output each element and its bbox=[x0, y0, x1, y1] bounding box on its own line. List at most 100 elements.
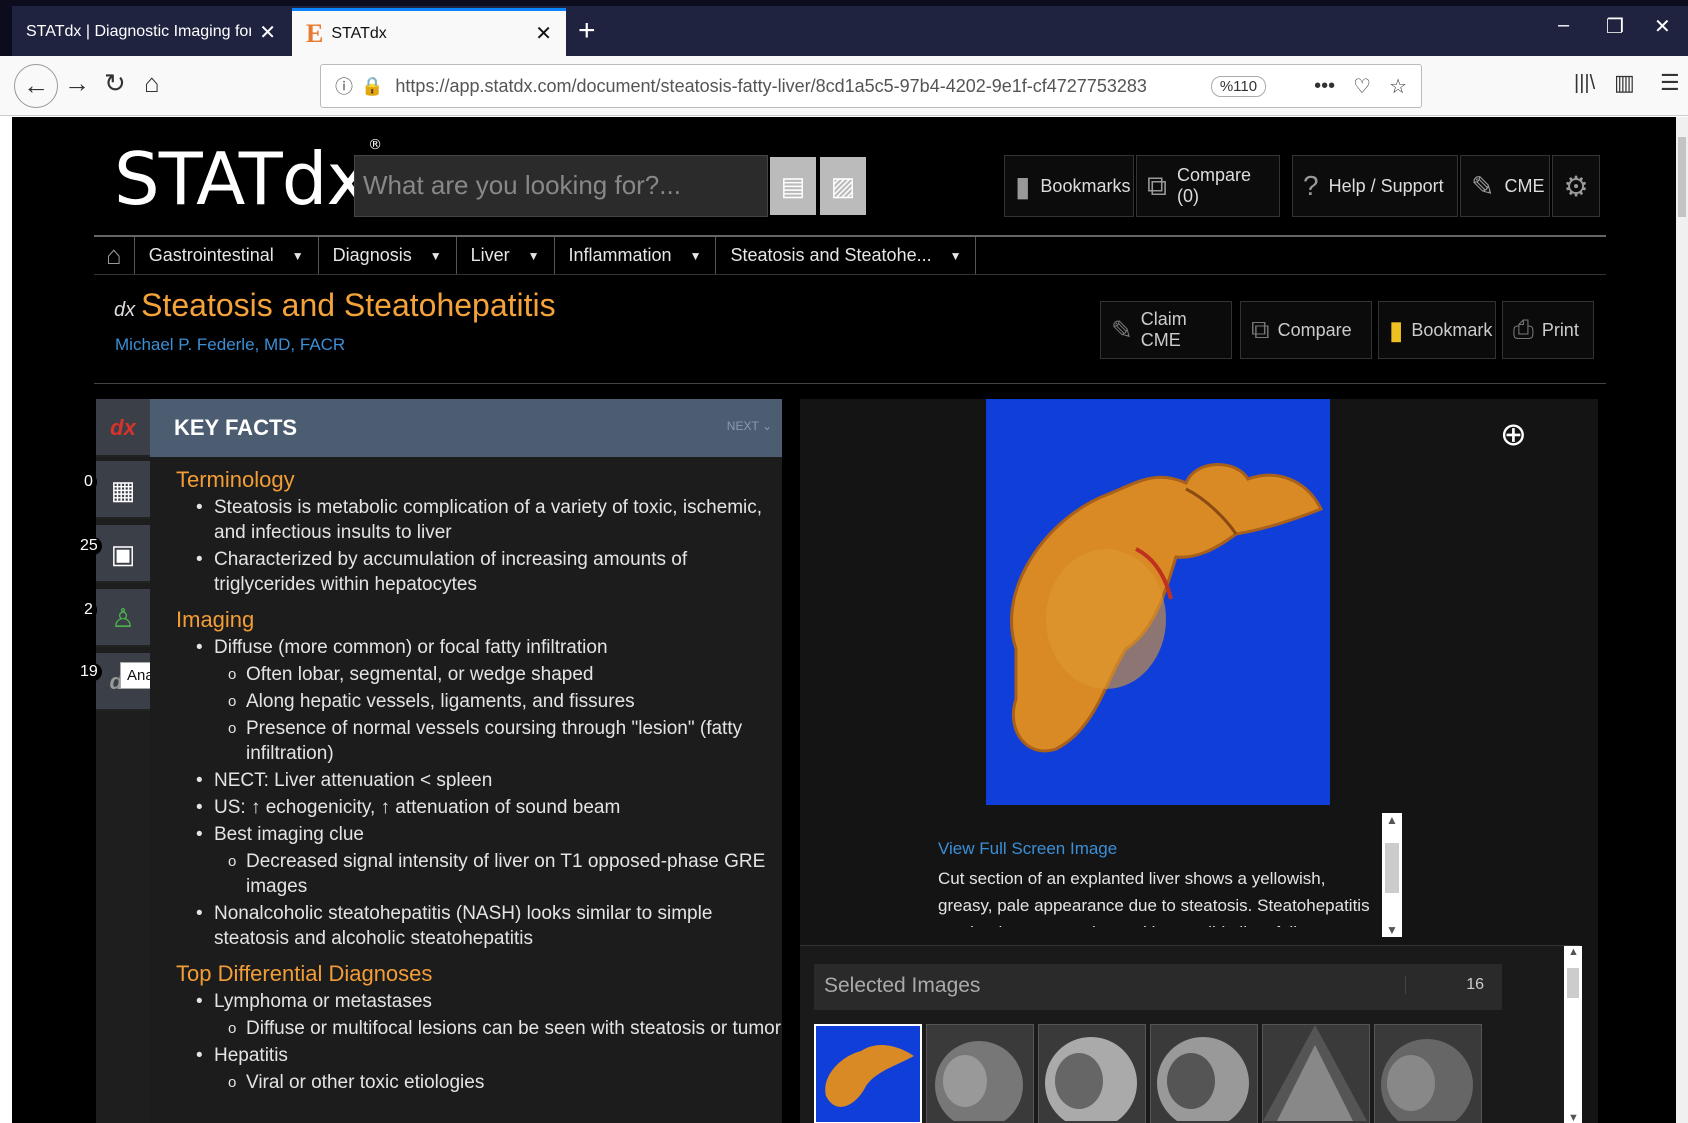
divider bbox=[94, 383, 1606, 384]
dx-section-icon[interactable]: dx bbox=[96, 399, 150, 457]
contact-card-icon[interactable]: ▣ bbox=[96, 525, 150, 583]
help-support-button[interactable]: ? Help / Support bbox=[1292, 155, 1458, 217]
home-icon[interactable]: ⌂ bbox=[94, 237, 135, 274]
close-icon[interactable]: ✕ bbox=[535, 21, 552, 46]
author-link[interactable]: Michael P. Federle, MD, FACR bbox=[115, 335, 345, 355]
scrollbar-thumb[interactable] bbox=[1567, 968, 1579, 998]
fact-text: Steatosis is metabolic complication of a… bbox=[214, 497, 763, 543]
bookmark-doc-button[interactable]: ▮ Bookmark bbox=[1378, 301, 1496, 359]
tab-statdx-diagnostic[interactable]: STATdx | Diagnostic Imaging for Ra ✕ bbox=[12, 8, 290, 56]
fact-text: US: ↑ echogenicity, ↑ attenuation of sou… bbox=[214, 797, 621, 818]
restore-icon[interactable]: ❐ bbox=[1606, 14, 1624, 39]
breadcrumb-label: Inflammation bbox=[568, 245, 672, 265]
image-search-icon[interactable]: ▨ bbox=[820, 157, 866, 215]
back-arrow-icon[interactable]: ← bbox=[14, 64, 58, 108]
thumbnail-mri-1[interactable] bbox=[1038, 1024, 1146, 1123]
print-button[interactable]: ⎙ Print bbox=[1502, 301, 1594, 359]
scroll-down-icon[interactable]: ▼ bbox=[1568, 1112, 1579, 1123]
mri-thumb-illustration bbox=[1157, 1037, 1249, 1123]
info-icon[interactable]: ⓘ bbox=[335, 73, 353, 99]
url-text[interactable]: https://app.statdx.com/document/steatosi… bbox=[395, 76, 1210, 97]
breadcrumb-gastrointestinal[interactable]: Gastrointestinal ▼ bbox=[135, 237, 319, 274]
next-button[interactable]: NEXT ⌄ bbox=[727, 419, 772, 433]
home-icon[interactable]: ⌂ bbox=[144, 68, 160, 99]
scroll-down-icon[interactable]: ▼ bbox=[1386, 923, 1398, 937]
anatomy-person-icon[interactable]: ♙ bbox=[96, 589, 150, 647]
sub-list-item: Often lobar, segmental, or wedge shaped bbox=[228, 662, 782, 687]
compare-label: Compare (0) bbox=[1177, 165, 1252, 206]
key-facts-header: KEY FACTS NEXT ⌄ bbox=[150, 399, 782, 457]
more-icon[interactable]: ••• bbox=[1314, 75, 1335, 98]
thumbnail-scrollbar[interactable]: ▲ ▼ bbox=[1564, 946, 1582, 1123]
list-item: Best imaging clue Decreased signal intens… bbox=[196, 822, 782, 899]
page-title: dx Steatosis and Steatohepatitis bbox=[114, 287, 556, 324]
view-full-screen-link[interactable]: View Full Screen Image bbox=[938, 839, 1117, 859]
list-item: Characterized by accumulation of increas… bbox=[196, 547, 782, 597]
settings-button[interactable]: ⚙ bbox=[1552, 155, 1600, 217]
search-input[interactable]: What are you looking for?... bbox=[354, 155, 768, 217]
thumbnail-liver-specimen[interactable] bbox=[814, 1024, 922, 1123]
zoom-in-icon[interactable]: ⊕ bbox=[1500, 415, 1527, 453]
sidebar-icon[interactable]: ▥ bbox=[1614, 70, 1635, 96]
thumbnail-ct-1[interactable] bbox=[926, 1024, 1034, 1123]
address-bar[interactable]: ⓘ 🔒 https://app.statdx.com/document/stea… bbox=[320, 64, 1422, 108]
breadcrumb: ⌂ Gastrointestinal ▼ Diagnosis ▼ Liver ▼ In… bbox=[94, 235, 1606, 275]
breadcrumb-inflammation[interactable]: Inflammation ▼ bbox=[555, 237, 717, 274]
menu-icon[interactable]: ☰ bbox=[1660, 70, 1680, 96]
bookmarks-button[interactable]: ▮ Bookmarks bbox=[1004, 155, 1134, 217]
zoom-level[interactable]: %110 bbox=[1210, 75, 1267, 97]
page-content: STATdx® What are you looking for?... ▤ ▨… bbox=[12, 117, 1676, 1123]
list-item: Hepatitis Viral or other toxic etiologies bbox=[196, 1043, 782, 1095]
thumbnail-mri-2[interactable] bbox=[1150, 1024, 1258, 1123]
scroll-up-icon[interactable]: ▲ bbox=[1568, 946, 1579, 958]
table-icon[interactable]: ▦ bbox=[96, 461, 150, 519]
list-item: NECT: Liver attenuation < spleen bbox=[196, 768, 782, 793]
page-scrollbar[interactable] bbox=[1676, 117, 1688, 1123]
claim-cme-button[interactable]: ✎ Claim CME bbox=[1100, 301, 1232, 359]
breadcrumb-label: Steatosis and Steatohe... bbox=[730, 245, 932, 265]
tab-statdx[interactable]: E STATdx ✕ bbox=[292, 8, 566, 56]
tab-title: STATdx bbox=[331, 24, 387, 42]
fact-text: Best imaging clue bbox=[214, 824, 364, 845]
thumbnail-ct-2[interactable] bbox=[1374, 1024, 1482, 1123]
fact-text: Hepatitis bbox=[214, 1045, 288, 1066]
library-icon[interactable]: |||\ bbox=[1574, 72, 1595, 95]
caption-scrollbar[interactable]: ▲ ▼ bbox=[1382, 813, 1402, 937]
list-item: Nonalcoholic steatohepatitis (NASH) look… bbox=[196, 901, 782, 951]
liver-specimen-image[interactable] bbox=[986, 399, 1330, 805]
tab-title: STATdx | Diagnostic Imaging for Ra bbox=[26, 23, 252, 40]
breadcrumb-liver[interactable]: Liver ▼ bbox=[457, 237, 555, 274]
sub-list-item: Viral or other toxic etiologies bbox=[228, 1070, 782, 1095]
sub-list-item: Diffuse or multifocal lesions can be see… bbox=[228, 1016, 782, 1041]
scrollbar-thumb[interactable] bbox=[1678, 137, 1686, 217]
scroll-up-icon[interactable]: ▲ bbox=[1386, 813, 1398, 827]
compare-button[interactable]: ⧉ Compare (0) bbox=[1136, 155, 1280, 217]
new-tab-button[interactable]: + bbox=[578, 14, 596, 48]
document-search-icon[interactable]: ▤ bbox=[770, 157, 816, 215]
thumbnail-us[interactable] bbox=[1262, 1024, 1370, 1123]
star-icon[interactable]: ☆ bbox=[1389, 74, 1407, 99]
bookmark-icon: ▮ bbox=[1389, 314, 1404, 345]
close-icon[interactable]: ✕ bbox=[259, 20, 276, 45]
window-close-icon[interactable]: ✕ bbox=[1654, 14, 1671, 39]
statdx-logo[interactable]: STATdx® bbox=[114, 137, 382, 221]
forward-arrow-icon[interactable]: → bbox=[64, 68, 90, 99]
breadcrumb-steatosis[interactable]: Steatosis and Steatohe... ▼ bbox=[716, 237, 977, 274]
pocket-icon[interactable]: ♡ bbox=[1353, 74, 1371, 99]
list-item: US: ↑ echogenicity, ↑ attenuation of sou… bbox=[196, 795, 782, 820]
minimize-icon[interactable]: – bbox=[1558, 14, 1569, 37]
sub-list: Often lobar, segmental, or wedge shapedA… bbox=[228, 662, 782, 766]
fact-text: Characterized by accumulation of increas… bbox=[214, 549, 688, 595]
fact-text: Diffuse (more common) or focal fatty inf… bbox=[214, 637, 608, 658]
cme-button[interactable]: ✎ CME bbox=[1460, 155, 1550, 217]
list-item: Lymphoma or metastases Diffuse or multifo… bbox=[196, 989, 782, 1041]
scrollbar-thumb[interactable] bbox=[1385, 843, 1399, 893]
fact-text: NECT: Liver attenuation < spleen bbox=[214, 770, 493, 791]
fact-text: Lymphoma or metastases bbox=[214, 991, 432, 1012]
reload-icon[interactable]: ↻ bbox=[104, 68, 126, 99]
breadcrumb-diagnosis[interactable]: Diagnosis ▼ bbox=[319, 237, 457, 274]
gear-icon: ⚙ bbox=[1563, 170, 1589, 202]
section-heading: Imaging bbox=[176, 607, 255, 632]
section-heading: Terminology bbox=[176, 467, 295, 492]
compare-doc-button[interactable]: ⧉ Compare bbox=[1240, 301, 1372, 359]
